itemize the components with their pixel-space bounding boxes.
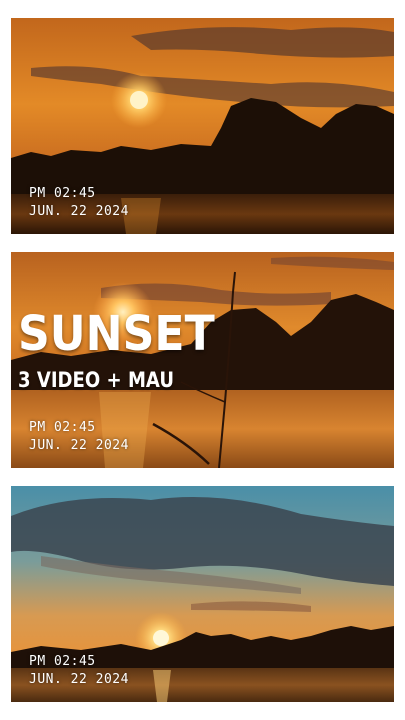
video-preview-3[interactable]: PM 02:45 JUN. 22 2024 [11, 486, 394, 702]
timestamp-date: JUN. 22 2024 [29, 671, 129, 687]
page-title: SUNSET [18, 306, 215, 362]
title-overlay: SUNSET 3 VIDEO + MAU [18, 310, 232, 392]
timestamp-time: PM 02:45 [29, 420, 96, 435]
timestamp-time: PM 02:45 [29, 654, 96, 669]
timestamp-time: PM 02:45 [29, 186, 96, 201]
video-preview-1[interactable]: PM 02:45 JUN. 22 2024 [11, 18, 394, 234]
timestamp-date: JUN. 22 2024 [29, 203, 129, 219]
page-subtitle: 3 VIDEO + MAU [18, 368, 175, 392]
timestamp-date: JUN. 22 2024 [29, 437, 129, 453]
